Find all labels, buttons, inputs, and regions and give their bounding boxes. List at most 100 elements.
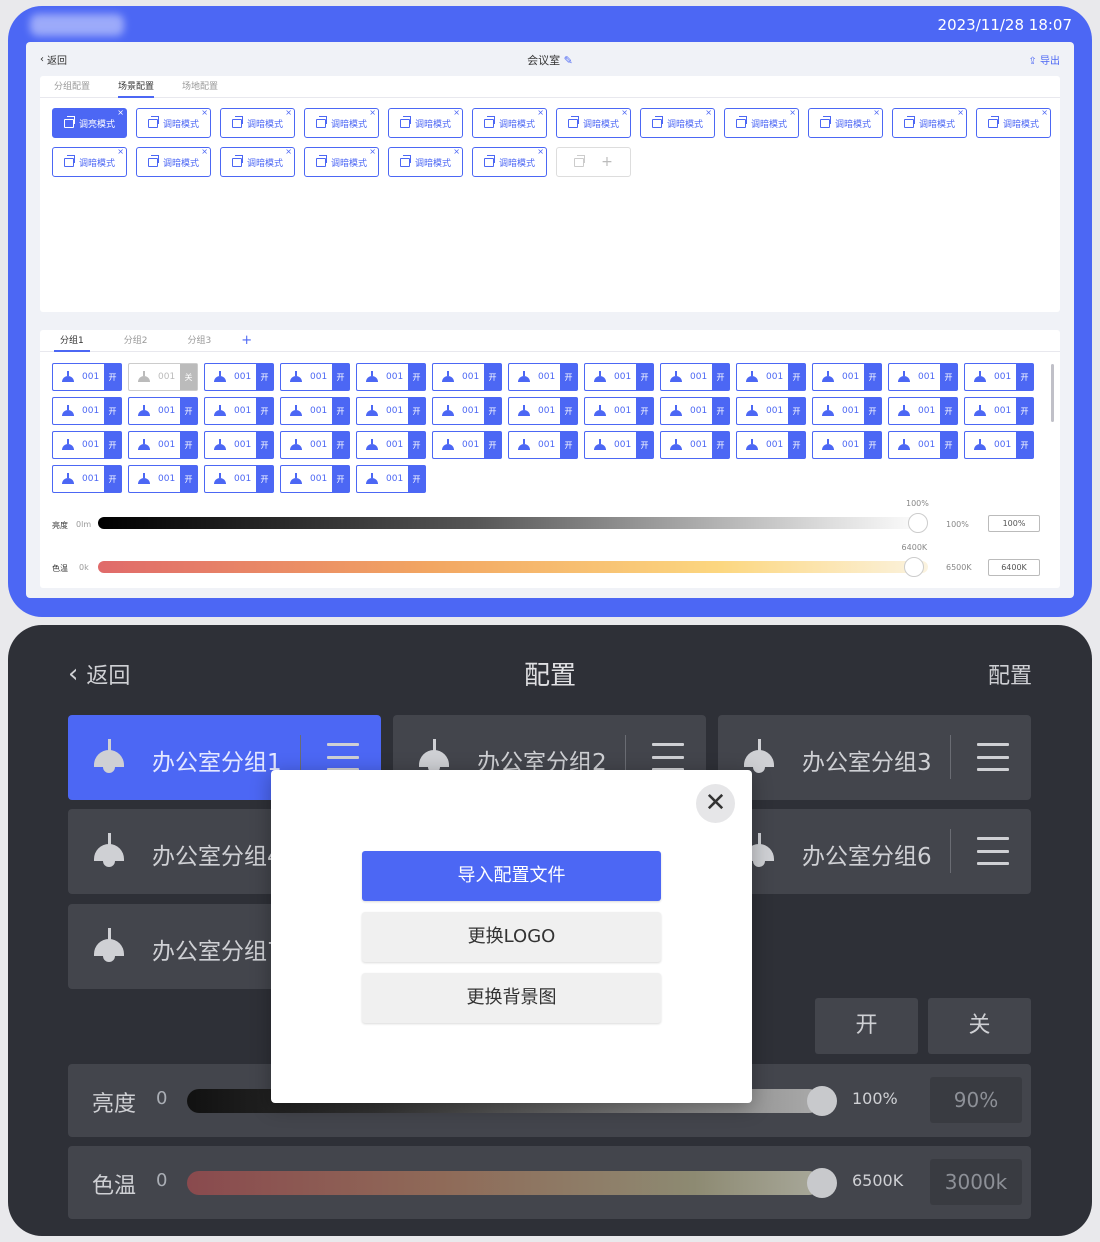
close-icon[interactable]: × — [537, 147, 544, 156]
lamp-toggle[interactable]: 开 — [180, 398, 197, 424]
lamp-item[interactable]: 001 开 — [356, 363, 426, 391]
lamp-item[interactable]: 001 关 — [128, 363, 198, 391]
scene-chip[interactable]: 调暗模式 × — [220, 108, 295, 138]
lamp-toggle[interactable]: 开 — [484, 398, 501, 424]
close-icon[interactable]: × — [453, 108, 460, 117]
scene-chip[interactable]: 调暗模式 × — [136, 147, 211, 177]
lamp-item[interactable]: 001 开 — [812, 363, 882, 391]
lamp-toggle[interactable]: 开 — [788, 432, 805, 458]
scene-chip[interactable]: 调暗模式 × — [472, 108, 547, 138]
lamp-toggle[interactable]: 开 — [636, 398, 653, 424]
menu-icon[interactable] — [977, 743, 1009, 771]
lamp-item[interactable]: 001 开 — [52, 431, 122, 459]
lamp-item[interactable]: 001 开 — [660, 431, 730, 459]
tab-config-2[interactable]: 场地配置 — [168, 76, 232, 97]
close-icon[interactable]: × — [789, 108, 796, 117]
lamp-item[interactable]: 001 开 — [280, 397, 350, 425]
close-icon[interactable]: × — [285, 147, 292, 156]
lamp-toggle[interactable]: 开 — [1016, 364, 1033, 390]
scene-chip[interactable]: 调暗模式 × — [640, 108, 715, 138]
lamp-toggle[interactable]: 开 — [332, 466, 349, 492]
lamp-item[interactable]: 001 开 — [52, 363, 122, 391]
colortemp-track[interactable] — [98, 561, 928, 573]
lamp-item[interactable]: 001 开 — [204, 363, 274, 391]
lamp-toggle[interactable]: 开 — [180, 466, 197, 492]
lamp-item[interactable]: 001 开 — [812, 397, 882, 425]
scene-chip[interactable]: 调暗模式 × — [976, 108, 1051, 138]
lamp-toggle[interactable]: 开 — [636, 432, 653, 458]
lamp-item[interactable]: 001 开 — [964, 397, 1034, 425]
lamp-item[interactable]: 001 开 — [584, 431, 654, 459]
lamp-toggle[interactable]: 开 — [256, 432, 273, 458]
lamp-toggle[interactable]: 开 — [864, 398, 881, 424]
scene-chip[interactable]: 调暗模式 × — [388, 108, 463, 138]
tab-config-1[interactable]: 场景配置 — [104, 76, 168, 98]
lamp-toggle[interactable]: 开 — [408, 466, 425, 492]
lamp-item[interactable]: 001 开 — [660, 397, 730, 425]
add-scene-button[interactable]: + — [556, 147, 631, 177]
group-card[interactable]: 办公室分组6 — [718, 809, 1031, 894]
lamp-item[interactable]: 001 开 — [964, 431, 1034, 459]
lamp-toggle[interactable]: 开 — [788, 398, 805, 424]
lamp-toggle[interactable]: 开 — [484, 364, 501, 390]
lamp-item[interactable]: 001 开 — [52, 397, 122, 425]
lamp-item[interactable]: 001 开 — [356, 397, 426, 425]
colortemp-track[interactable] — [187, 1171, 821, 1195]
lamp-toggle[interactable]: 开 — [256, 398, 273, 424]
scene-chip[interactable]: 调暗模式 × — [304, 147, 379, 177]
add-group-icon[interactable]: + — [231, 330, 262, 351]
lamp-item[interactable]: 001 开 — [508, 431, 578, 459]
scene-chip[interactable]: 调暗模式 × — [52, 147, 127, 177]
lamp-item[interactable]: 001 开 — [128, 465, 198, 493]
tab-group-1[interactable]: 分组2 — [104, 330, 168, 351]
all-on-button[interactable]: 开 — [815, 998, 918, 1054]
close-icon[interactable]: × — [117, 147, 124, 156]
lamp-item[interactable]: 001 开 — [888, 431, 958, 459]
lamp-item[interactable]: 001 开 — [660, 363, 730, 391]
scene-chip[interactable]: 调亮模式 × — [52, 108, 127, 138]
lamp-item[interactable]: 001 开 — [584, 363, 654, 391]
lamp-item[interactable]: 001 开 — [204, 431, 274, 459]
menu-icon[interactable] — [327, 743, 359, 771]
close-icon[interactable]: × — [117, 108, 124, 117]
lamp-item[interactable]: 001 开 — [52, 465, 122, 493]
lamp-toggle[interactable]: 开 — [408, 432, 425, 458]
close-icon[interactable]: × — [369, 108, 376, 117]
lamp-toggle[interactable]: 开 — [940, 398, 957, 424]
scene-chip[interactable]: 调暗模式 × — [388, 147, 463, 177]
change-background-button[interactable]: 更换背景图 — [362, 973, 661, 1023]
lamp-toggle[interactable]: 开 — [1016, 432, 1033, 458]
scene-chip[interactable]: 调暗模式 × — [724, 108, 799, 138]
lamp-item[interactable]: 001 开 — [584, 397, 654, 425]
lamp-toggle[interactable]: 开 — [104, 466, 121, 492]
config-button[interactable]: 配置 — [988, 658, 1032, 690]
menu-icon[interactable] — [977, 837, 1009, 865]
lamp-item[interactable]: 001 开 — [888, 363, 958, 391]
close-icon[interactable]: × — [201, 108, 208, 117]
close-icon[interactable]: × — [537, 108, 544, 117]
change-logo-button[interactable]: 更换LOGO — [362, 912, 661, 962]
lamp-item[interactable]: 001 开 — [432, 363, 502, 391]
lamp-toggle[interactable]: 开 — [256, 466, 273, 492]
lamp-toggle[interactable]: 开 — [484, 432, 501, 458]
colortemp-knob[interactable] — [903, 557, 924, 577]
lamp-toggle[interactable]: 开 — [332, 364, 349, 390]
brightness-track[interactable] — [98, 517, 928, 529]
lamp-toggle[interactable]: 开 — [104, 432, 121, 458]
lamp-item[interactable]: 001 开 — [736, 431, 806, 459]
scene-chip[interactable]: 调暗模式 × — [304, 108, 379, 138]
lamp-item[interactable]: 001 开 — [812, 431, 882, 459]
group-card[interactable]: 办公室分组3 — [718, 715, 1031, 800]
lamp-toggle[interactable]: 开 — [104, 398, 121, 424]
lamp-toggle[interactable]: 开 — [636, 364, 653, 390]
brightness-input[interactable]: 100% — [988, 515, 1040, 532]
lamp-item[interactable]: 001 开 — [128, 397, 198, 425]
close-icon[interactable]: × — [285, 108, 292, 117]
lamp-toggle[interactable]: 开 — [408, 364, 425, 390]
close-icon[interactable]: × — [957, 108, 964, 117]
scrollbar[interactable] — [1051, 364, 1054, 422]
edit-icon[interactable]: ✎ — [564, 54, 573, 67]
lamp-item[interactable]: 001 开 — [736, 397, 806, 425]
close-icon[interactable]: × — [705, 108, 712, 117]
lamp-toggle[interactable]: 开 — [788, 364, 805, 390]
